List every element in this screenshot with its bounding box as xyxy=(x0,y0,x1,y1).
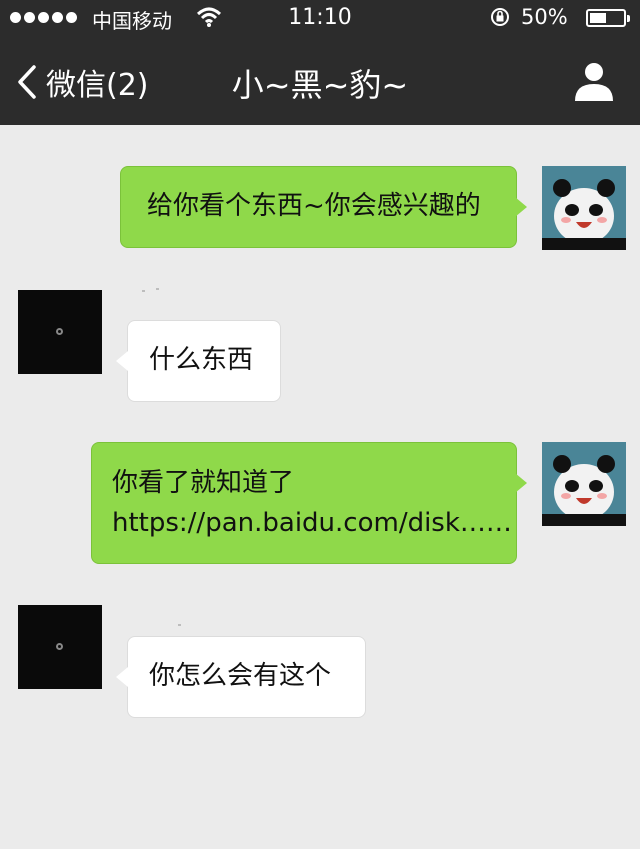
message-text: 给你看个东西~你会感兴趣的 xyxy=(147,191,481,221)
profile-icon[interactable] xyxy=(572,60,616,102)
message-bubble-sent[interactable]: 给你看个东西~你会感兴趣的 xyxy=(120,166,527,248)
message-link[interactable]: https://pan.baidu.com/disk…… xyxy=(112,503,516,543)
avatar-contact[interactable] xyxy=(18,290,102,374)
avatar-contact[interactable] xyxy=(18,605,102,689)
top-bar: 中国移动 11:10 50% 微信(2) 小~黑~豹~ xyxy=(0,0,640,125)
avatar-self[interactable] xyxy=(542,442,626,526)
message-text: 什么东西 xyxy=(149,345,254,375)
chat-title: 小~黑~豹~ xyxy=(231,66,409,104)
message-bubble-received[interactable]: 你怎么会有这个 xyxy=(116,636,366,718)
nav-bar: 微信(2) 小~黑~豹~ xyxy=(0,36,640,125)
panda-avatar-icon xyxy=(542,442,626,526)
message-bubble-received[interactable]: 什么东西 xyxy=(116,320,281,402)
message-text: 你怎么会有这个 xyxy=(149,661,332,691)
battery-icon xyxy=(586,9,630,27)
message-text: 你看了就知道了 xyxy=(112,468,295,498)
status-bar: 中国移动 11:10 50% xyxy=(0,0,640,36)
battery-fill xyxy=(590,13,606,23)
message-bubble-sent[interactable]: 你看了就知道了 https://pan.baidu.com/disk…… xyxy=(91,442,527,564)
battery-percent: 50% xyxy=(521,5,568,29)
rotation-lock-icon xyxy=(491,8,509,26)
panda-avatar-icon xyxy=(542,166,626,250)
avatar-self[interactable] xyxy=(542,166,626,250)
